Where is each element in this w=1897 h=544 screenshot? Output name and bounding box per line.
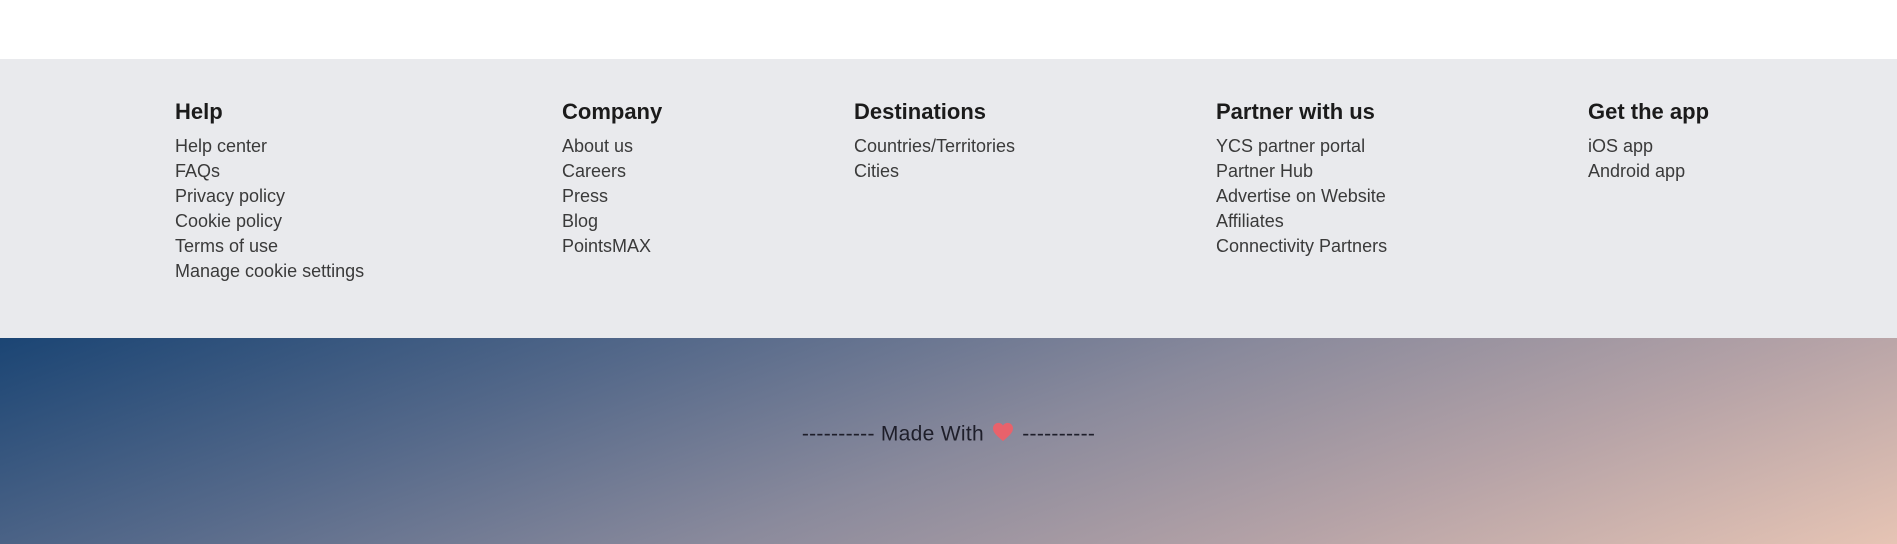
footer-links: Help Help center FAQs Privacy policy Coo… [0, 59, 1897, 338]
footer-link-careers[interactable]: Careers [562, 159, 662, 184]
top-whitespace [0, 0, 1897, 59]
footer-link-ios-app[interactable]: iOS app [1588, 134, 1709, 159]
footer-link-affiliates[interactable]: Affiliates [1216, 209, 1387, 234]
footer-link-help-center[interactable]: Help center [175, 134, 364, 159]
dashes-left: ---------- [801, 422, 875, 446]
footer-link-android-app[interactable]: Android app [1588, 159, 1709, 184]
footer-link-terms-of-use[interactable]: Terms of use [175, 234, 364, 259]
footer-heading-app: Get the app [1588, 99, 1710, 124]
footer-heading-partner: Partner with us [1216, 99, 1375, 124]
footer-list-partner: YCS partner portal Partner Hub Advertise… [1216, 134, 1387, 259]
made-with-text: Made With [880, 422, 984, 446]
heart-icon [992, 422, 1014, 448]
footer-link-blog[interactable]: Blog [562, 209, 662, 234]
footer-link-partner-hub[interactable]: Partner Hub [1216, 159, 1387, 184]
dashes-right: ---------- [1022, 422, 1096, 446]
footer-list-company: About us Careers Press Blog PointsMAX [562, 134, 662, 259]
footer-column-app: Get the app iOS app Android app [1588, 95, 1709, 184]
footer-heading-help: Help [175, 99, 223, 124]
footer-link-countries-territories[interactable]: Countries/Territories [854, 134, 1015, 159]
footer-link-ycs-partner-portal[interactable]: YCS partner portal [1216, 134, 1387, 159]
footer-link-faqs[interactable]: FAQs [175, 159, 364, 184]
made-with-line: ---------- Made With ---------- [0, 422, 1897, 448]
made-with-banner: ---------- Made With ---------- [0, 338, 1897, 544]
footer-link-about-us[interactable]: About us [562, 134, 662, 159]
footer-column-partner: Partner with us YCS partner portal Partn… [1216, 95, 1387, 259]
footer-column-help: Help Help center FAQs Privacy policy Coo… [175, 95, 364, 284]
footer-link-privacy-policy[interactable]: Privacy policy [175, 184, 364, 209]
footer-list-help: Help center FAQs Privacy policy Cookie p… [175, 134, 364, 284]
footer-column-company: Company About us Careers Press Blog Poin… [562, 95, 662, 259]
footer-link-connectivity-partners[interactable]: Connectivity Partners [1216, 234, 1387, 259]
footer-list-destinations: Countries/Territories Cities [854, 134, 1015, 184]
footer-list-app: iOS app Android app [1588, 134, 1709, 184]
footer-link-cookie-policy[interactable]: Cookie policy [175, 209, 364, 234]
footer-link-cities[interactable]: Cities [854, 159, 1015, 184]
footer-heading-destinations: Destinations [854, 99, 987, 124]
footer-link-press[interactable]: Press [562, 184, 662, 209]
footer-heading-company: Company [562, 99, 663, 124]
footer-link-pointsmax[interactable]: PointsMAX [562, 234, 662, 259]
footer-link-manage-cookie-settings[interactable]: Manage cookie settings [175, 259, 364, 284]
footer-column-destinations: Destinations Countries/Territories Citie… [854, 95, 1015, 184]
footer-link-advertise[interactable]: Advertise on Website [1216, 184, 1387, 209]
